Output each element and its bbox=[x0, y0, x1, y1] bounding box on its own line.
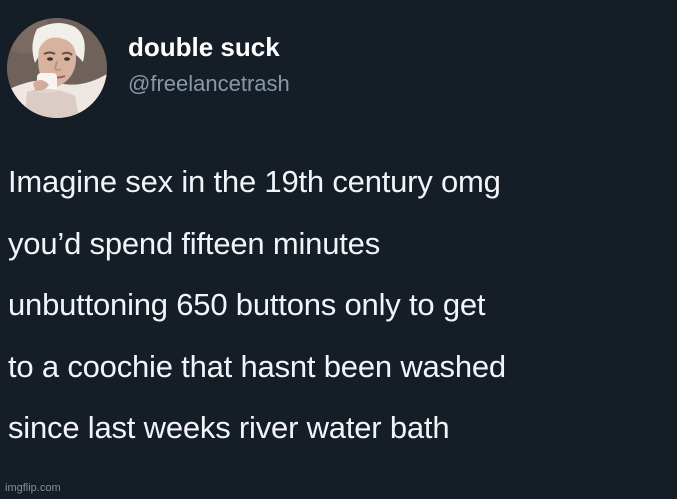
tweet-line: since last weeks river water bath bbox=[8, 410, 450, 445]
imgflip-watermark: imgflip.com bbox=[5, 482, 61, 494]
tweet-line: Imagine sex in the 19th century omg bbox=[8, 164, 501, 199]
user-handle[interactable]: @freelancetrash bbox=[128, 70, 290, 98]
avatar[interactable] bbox=[7, 18, 107, 118]
tweet-text: Imagine sex in the 19th century omg you’… bbox=[8, 164, 670, 480]
tweet-line: unbuttoning 650 buttons only to get bbox=[8, 287, 486, 322]
tweet-line: to a coochie that hasnt been washed bbox=[8, 348, 506, 384]
display-name[interactable]: double suck bbox=[128, 31, 280, 63]
tweet-line: you’d spend fifteen minutes bbox=[8, 225, 381, 261]
profile-photo-avatar-icon bbox=[7, 18, 107, 118]
tweet-card: double suck @freelancetrash Imagine sex … bbox=[0, 0, 677, 499]
